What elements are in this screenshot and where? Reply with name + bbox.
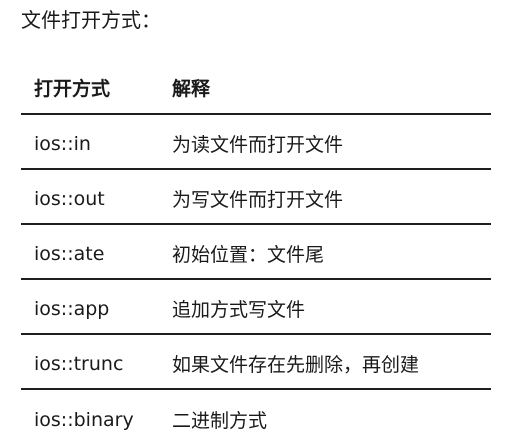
section-heading: 文件打开方式： <box>21 8 161 32</box>
description-cell: 为写文件而打开文件 <box>172 189 344 211</box>
table-row: ios::trunc 如果文件存在先删除，再创建 <box>21 335 491 390</box>
file-open-modes-table: 打开方式 解释 ios::in 为读文件而打开文件 ios::out 为写文件而… <box>21 62 491 445</box>
description-cell: 为读文件而打开文件 <box>172 134 344 156</box>
mode-cell: ios::app <box>34 297 110 320</box>
table-row: ios::app 追加方式写文件 <box>21 280 491 335</box>
description-cell: 如果文件存在先删除，再创建 <box>172 354 420 376</box>
mode-cell: ios::in <box>34 132 91 155</box>
column-header-mode: 打开方式 <box>34 78 111 100</box>
description-cell: 初始位置：文件尾 <box>172 244 325 266</box>
mode-cell: ios::trunc <box>34 352 124 375</box>
mode-cell: ios::binary <box>34 408 134 431</box>
mode-cell: ios::ate <box>34 242 105 265</box>
table-row: ios::binary 二进制方式 <box>21 390 491 445</box>
mode-cell: ios::out <box>34 187 105 210</box>
table-header-row: 打开方式 解释 <box>21 62 491 115</box>
column-header-description: 解释 <box>172 78 211 100</box>
description-cell: 追加方式写文件 <box>172 299 306 321</box>
table-row: ios::ate 初始位置：文件尾 <box>21 225 491 280</box>
description-cell: 二进制方式 <box>172 410 268 432</box>
table-row: ios::out 为写文件而打开文件 <box>21 170 491 225</box>
table-row: ios::in 为读文件而打开文件 <box>21 115 491 170</box>
